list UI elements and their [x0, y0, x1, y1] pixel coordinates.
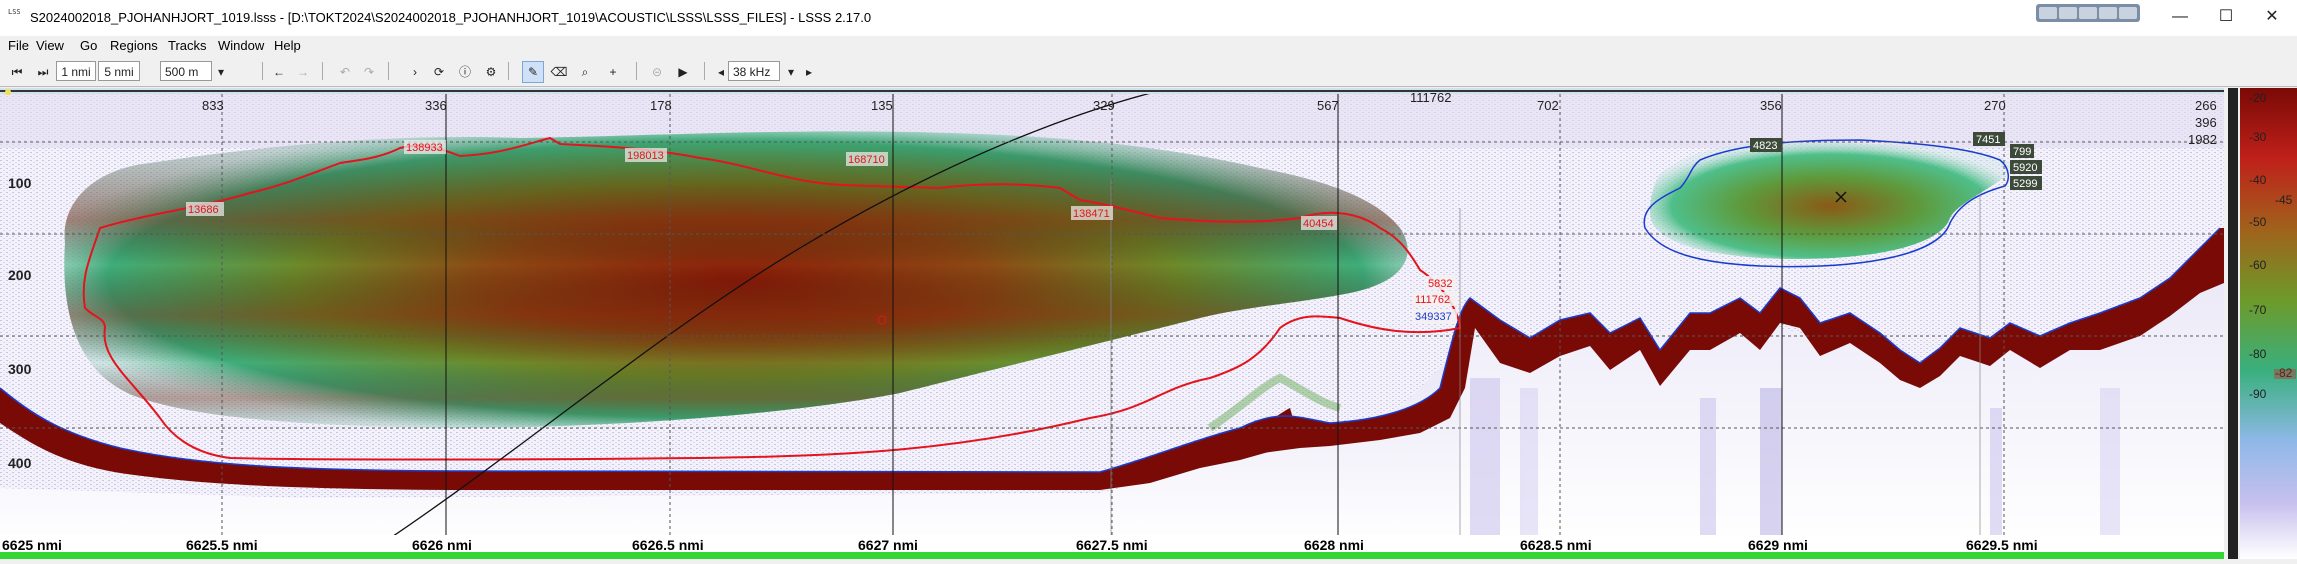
eraser-icon[interactable]: ⌫: [548, 61, 570, 83]
next-icon[interactable]: ›: [404, 61, 426, 83]
scale-label: -50: [2249, 215, 2267, 229]
color-scale[interactable]: [2240, 88, 2297, 559]
distance-label: 6629.5 nmi: [1966, 537, 2038, 553]
scale-label: -40: [2249, 173, 2267, 187]
distance-label: 6625 nmi: [2, 537, 62, 553]
distance-label: 6628 nmi: [1304, 537, 1364, 553]
zoom-icon[interactable]: ⌕: [574, 61, 596, 83]
app-icon: LSS: [8, 8, 21, 16]
depth-label: 300: [8, 361, 32, 377]
top-label: 833: [202, 98, 224, 113]
top-label: 178: [650, 98, 672, 113]
scale-label: -45: [2275, 193, 2293, 207]
top-label: 567: [1317, 98, 1339, 113]
scale-label: -20: [2249, 91, 2267, 105]
menu-file[interactable]: File: [8, 38, 29, 53]
distance-label: 6626 nmi: [412, 537, 472, 553]
title-tool-strip[interactable]: [2036, 4, 2140, 22]
echogram-view[interactable]: 833 336 178 135 329 567 111762 702 356 2…: [0, 77, 2297, 559]
step-back-icon[interactable]: ⏮: [6, 61, 28, 83]
refresh-icon[interactable]: ⟳: [428, 61, 450, 83]
school-label: 5920: [2013, 162, 2037, 174]
school-label: 4823: [1753, 140, 1777, 152]
step-small-field[interactable]: 1 nmi: [56, 61, 96, 81]
stop-icon[interactable]: ⊝: [646, 61, 668, 83]
distance-label: 6629 nmi: [1748, 537, 1808, 553]
frequency-value: 38 kHz: [733, 65, 771, 79]
menu-go[interactable]: Go: [80, 38, 97, 53]
school-label: 5299: [2013, 178, 2037, 190]
top-label: 356: [1760, 98, 1782, 113]
distance-label: 6625.5 nmi: [186, 537, 258, 553]
redo-icon[interactable]: ↷: [358, 61, 380, 83]
region-label: 111762: [1415, 294, 1450, 306]
menu-bar: File View Go Regions Tracks Window Help: [0, 36, 2297, 56]
color-scale-rail: [2228, 88, 2238, 559]
top-label: 111762: [1410, 90, 1451, 105]
blue-region-labels: 349337: [1413, 309, 1457, 323]
play-icon[interactable]: ▶: [672, 61, 694, 83]
start-marker: [5, 89, 11, 95]
region-label: 349337: [1415, 311, 1452, 323]
distance-label: 6628.5 nmi: [1520, 537, 1592, 553]
region-label: 5832: [1428, 278, 1452, 290]
scale-label: -60: [2249, 258, 2267, 272]
top-label: 266: [2195, 98, 2217, 113]
distance-label: 6627 nmi: [858, 537, 918, 553]
forward-arrow-icon[interactable]: →: [292, 61, 314, 83]
pen-tool-icon[interactable]: ✎: [522, 61, 544, 83]
top-label: 270: [1984, 98, 2006, 113]
freq-next-icon[interactable]: ▸: [798, 61, 820, 83]
range-value: 500 m: [165, 65, 199, 79]
menu-help[interactable]: Help: [274, 38, 301, 53]
range-dropdown-icon[interactable]: ▾: [210, 61, 232, 83]
region-label: 13686: [188, 204, 219, 216]
depth-label: 400: [8, 455, 32, 471]
menu-tracks[interactable]: Tracks: [168, 38, 207, 53]
close-button[interactable]: ✕: [2258, 6, 2286, 28]
crosshair-icon[interactable]: +: [602, 61, 624, 83]
distance-label: 6626.5 nmi: [632, 537, 704, 553]
step-large-field[interactable]: 5 nmi: [98, 61, 140, 81]
frequency-select[interactable]: 38 kHz: [728, 61, 780, 81]
region-label: 168710: [848, 154, 885, 166]
settings-icon[interactable]: ⚙: [480, 61, 502, 83]
top-label: 702: [1537, 98, 1559, 113]
depth-label: 100: [8, 175, 32, 191]
region-label: 198013: [627, 150, 664, 162]
scale-label: -30: [2249, 130, 2267, 144]
scale-min-marker[interactable]: [2274, 369, 2296, 379]
menu-window[interactable]: Window: [218, 38, 264, 53]
scale-label: -90: [2249, 387, 2267, 401]
top-label: 329: [1093, 98, 1115, 113]
back-arrow-icon[interactable]: ←: [268, 61, 290, 83]
school-label: 799: [2013, 146, 2031, 158]
depth-label: 200: [8, 267, 32, 283]
toolbar: ⏮ ⏭ 1 nmi 5 nmi 500 m ▾ ← → ↶ ↷ › ⟳ ⓘ ⚙ …: [0, 56, 2297, 87]
title-bar: LSS S2024002018_PJOHANHJORT_1019.lsss - …: [0, 0, 2297, 36]
distance-strip: [0, 552, 2224, 559]
region-label: 40454: [1303, 218, 1334, 230]
maximize-button[interactable]: ☐: [2212, 6, 2240, 28]
window-title: S2024002018_PJOHANHJORT_1019.lsss - [D:\…: [30, 10, 872, 25]
menu-view[interactable]: View: [36, 38, 64, 53]
scale-label: -70: [2249, 303, 2267, 317]
info-icon[interactable]: ⓘ: [454, 61, 476, 83]
undo-icon[interactable]: ↶: [334, 61, 356, 83]
menu-regions[interactable]: Regions: [110, 38, 158, 53]
top-label: 396: [2195, 115, 2217, 130]
school-label: 7451: [1976, 134, 2000, 146]
top-label: 135: [871, 98, 893, 113]
step-forward-icon[interactable]: ⏭: [32, 61, 54, 83]
region-label: 138933: [406, 142, 443, 154]
distance-label: 6627.5 nmi: [1076, 537, 1148, 553]
minimize-button[interactable]: —: [2166, 6, 2194, 28]
range-select[interactable]: 500 m: [160, 61, 212, 81]
top-label: 336: [425, 98, 447, 113]
top-label: 1982: [2188, 132, 2217, 147]
region-label: 138471: [1073, 208, 1110, 220]
top-strip-line: [0, 90, 2224, 92]
scale-label: -80: [2249, 347, 2267, 361]
echogram-canvas[interactable]: 833 336 178 135 329 567 111762 702 356 2…: [0, 77, 2297, 559]
